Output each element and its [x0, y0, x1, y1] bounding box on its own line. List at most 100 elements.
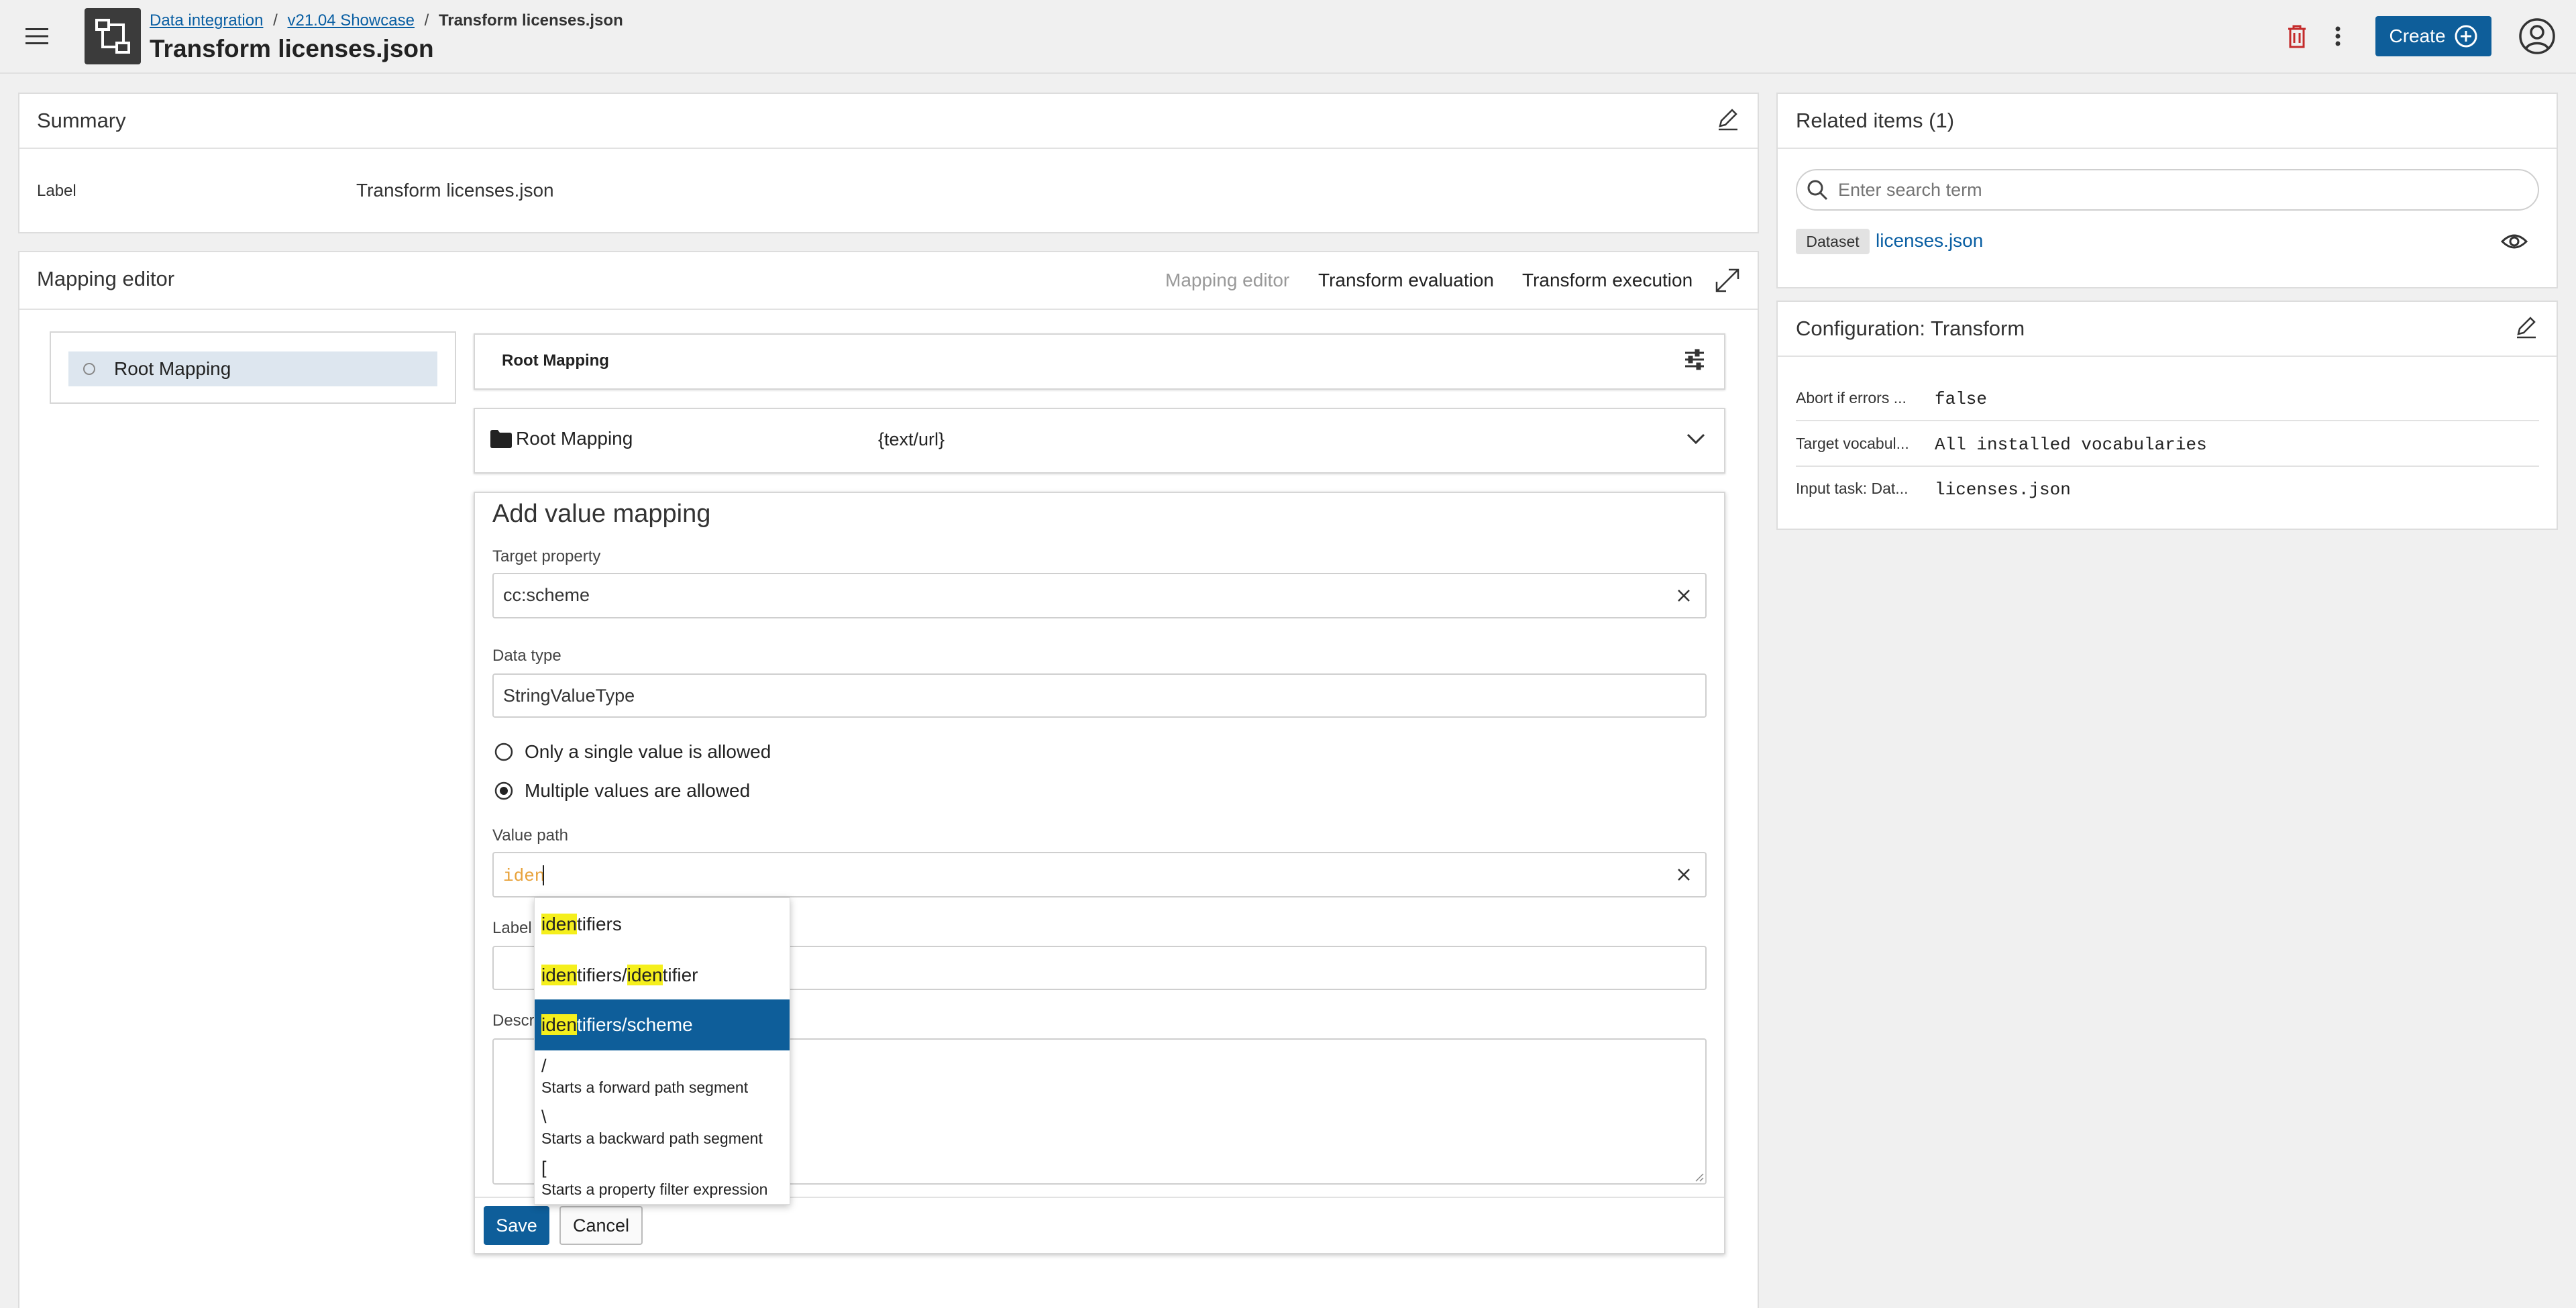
clear-value-path-button[interactable] — [1673, 864, 1695, 885]
edit-icon — [1719, 109, 1737, 131]
user-icon — [2519, 18, 2555, 54]
mapping-editor-divider — [19, 309, 1758, 310]
radio-multiple-label: Multiple values are allowed — [525, 780, 751, 801]
breadcrumb-current: Transform licenses.json — [438, 11, 623, 30]
edit-icon — [2517, 317, 2536, 339]
configuration-title: Configuration: Transform — [1796, 317, 2025, 340]
related-item-link[interactable]: licenses.json — [1876, 230, 1983, 252]
value-path-label: Value path — [492, 826, 568, 844]
save-button[interactable]: Save — [484, 1206, 549, 1245]
suggestion-rest: tifiers — [576, 914, 622, 934]
operator-description: Starts a property filter expression — [541, 1181, 768, 1198]
user-account-button[interactable] — [2517, 16, 2557, 56]
add-circle-icon — [2455, 25, 2477, 48]
eye-icon — [2501, 234, 2528, 249]
app-logo — [85, 8, 141, 64]
summary-label-value: Transform licenses.json — [356, 180, 554, 201]
operator-suggestion[interactable]: / Starts a forward path segment — [535, 1054, 790, 1105]
target-property-field[interactable] — [492, 573, 1707, 618]
clear-target-property-button[interactable] — [1673, 585, 1695, 606]
config-row-divider — [1796, 466, 2539, 467]
configuration-divider — [1778, 356, 2557, 357]
summary-divider — [19, 148, 1758, 149]
preview-button[interactable] — [2501, 229, 2528, 254]
root-mapping-row[interactable] — [474, 408, 1725, 474]
chevron-down-icon — [1686, 433, 1705, 445]
summary-card — [18, 93, 1759, 233]
radio-unchecked-icon — [494, 743, 513, 761]
delete-button[interactable] — [2282, 21, 2312, 51]
suggestion-item[interactable]: identifiers/identifier — [535, 954, 790, 997]
operator-suggestion[interactable]: \ Starts a backward path segment — [535, 1105, 790, 1156]
trash-icon — [2288, 25, 2306, 48]
related-items-title: Related items (1) — [1796, 109, 1955, 132]
operator-suggestion[interactable]: [ Starts a property filter expression — [535, 1156, 790, 1207]
radio-checked-icon — [494, 781, 513, 800]
resize-handle-icon[interactable] — [1693, 1171, 1704, 1182]
label-field-label: Label — [492, 919, 532, 937]
page-title: Transform licenses.json — [150, 35, 434, 62]
config-key: Abort if errors ... — [1796, 389, 1907, 406]
suggestion-match: iden — [541, 965, 577, 985]
suggestion-rest: tifier — [662, 965, 698, 985]
summary-title: Summary — [37, 109, 126, 132]
create-button[interactable]: Create — [2375, 16, 2491, 56]
radio-multiple-values[interactable]: Multiple values are allowed — [494, 780, 750, 802]
config-value: licenses.json — [1935, 480, 2071, 500]
operator-description: Starts a backward path segment — [541, 1130, 763, 1147]
menu-button[interactable] — [0, 0, 74, 72]
suggestion-mid: tifiers/ — [576, 965, 627, 985]
radio-single-label: Only a single value is allowed — [525, 741, 771, 762]
related-search-field[interactable] — [1838, 176, 2522, 204]
root-mapping-header — [474, 333, 1725, 390]
hamburger-icon — [25, 28, 48, 44]
tune-icon — [1685, 349, 1704, 370]
create-button-label: Create — [2389, 25, 2446, 46]
suggestion-rest: tifiers/scheme — [576, 1014, 693, 1035]
root-mapping-header-title: Root Mapping — [502, 351, 609, 370]
folder-icon — [490, 430, 512, 448]
summary-label-key: Label — [37, 182, 76, 200]
close-icon — [1678, 869, 1690, 881]
value-path-input[interactable] — [492, 852, 1707, 897]
data-type-label: Data type — [492, 647, 561, 665]
data-type-field[interactable] — [492, 673, 1707, 718]
dataset-badge: Dataset — [1796, 229, 1870, 254]
more-vertical-icon — [2335, 26, 2341, 46]
fullscreen-button[interactable] — [1714, 267, 1741, 294]
operator-symbol: [ — [541, 1158, 547, 1178]
edit-summary-button[interactable] — [1715, 106, 1741, 133]
cancel-button[interactable]: Cancel — [559, 1206, 643, 1245]
breadcrumb-separator: / — [424, 11, 429, 30]
root-mapping-row-label: Root Mapping — [516, 428, 633, 449]
suggestion-item[interactable]: identifiers — [535, 903, 790, 946]
config-key: Input task: Dat... — [1796, 480, 1909, 497]
tab-transform-evaluation[interactable]: Transform evaluation — [1318, 270, 1494, 291]
data-type-value: StringValueType — [503, 686, 635, 706]
config-row-divider — [1796, 420, 2539, 421]
close-icon — [1678, 590, 1690, 602]
more-options-button[interactable] — [2324, 21, 2351, 51]
breadcrumb-data-integration[interactable]: Data integration — [150, 11, 263, 30]
search-icon — [1807, 180, 1828, 201]
maximize-icon — [1715, 268, 1739, 292]
operator-symbol: \ — [541, 1107, 547, 1127]
tab-transform-execution[interactable]: Transform execution — [1522, 270, 1693, 291]
root-mapping-row-type: {text/url} — [878, 429, 945, 449]
radio-single-value[interactable]: Only a single value is allowed — [494, 741, 771, 763]
breadcrumb-project[interactable]: v21.04 Showcase — [287, 11, 414, 30]
suggestion-match: iden — [627, 965, 663, 985]
tab-mapping-editor[interactable]: Mapping editor — [1165, 270, 1289, 291]
breadcrumb: Data integration / v21.04 Showcase / Tra… — [150, 11, 623, 30]
mapping-settings-button[interactable] — [1682, 347, 1707, 372]
expand-row-button[interactable] — [1684, 427, 1708, 451]
circle-icon — [83, 363, 95, 375]
related-items-divider — [1778, 148, 2557, 149]
config-key: Target vocabul... — [1796, 435, 1909, 452]
suggestion-item-selected[interactable]: identifiers/scheme — [535, 999, 790, 1050]
operator-description: Starts a forward path segment — [541, 1079, 749, 1096]
config-value: All installed vocabularies — [1935, 435, 2207, 455]
suggestion-match: iden — [541, 1014, 577, 1035]
edit-configuration-button[interactable] — [2513, 314, 2540, 341]
tree-item-root-mapping[interactable]: Root Mapping — [68, 351, 437, 386]
